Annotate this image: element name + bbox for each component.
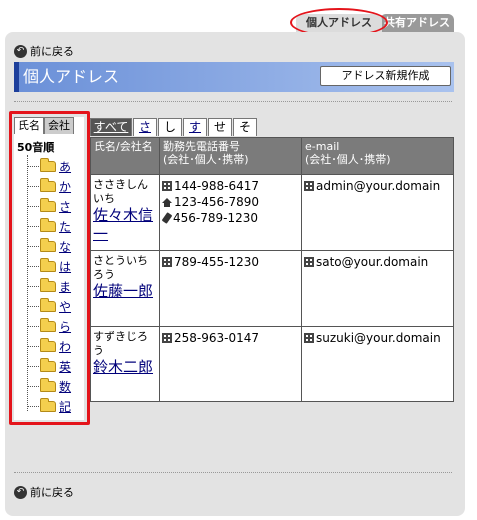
email-address: suzuki@your.domain	[316, 331, 441, 345]
tel-office: 144-988-6417	[174, 179, 260, 193]
table-row: さとういちろう 佐藤一郎 789-455-1230 sato@your.doma…	[90, 250, 454, 327]
name-cell: さとういちろう 佐藤一郎	[90, 250, 160, 327]
office-building-icon	[162, 257, 172, 267]
name-kana: すずきじろう	[93, 330, 148, 357]
tel-cell: 789-455-1230	[159, 250, 302, 327]
kana-tab-all[interactable]: すべて	[90, 118, 132, 136]
divider	[14, 472, 452, 473]
email-address: sato@your.domain	[316, 255, 429, 269]
header-tel-label: 勤務先電話番号 (会社･個人･携帯)	[163, 140, 249, 166]
contact-name-link[interactable]: 佐藤一郎	[93, 282, 153, 300]
back-arrow-icon: ↶	[14, 44, 27, 58]
table-row: ささきしんいち 佐々木信一 144-988-6417 123-456-7890 …	[90, 174, 454, 251]
email-address: admin@your.domain	[316, 179, 441, 193]
name-kana: さとういちろう	[93, 254, 148, 281]
divider	[14, 101, 452, 102]
kana-label: そ	[238, 120, 251, 134]
new-address-button[interactable]: アドレス新規作成	[320, 66, 451, 86]
header-name-label: 氏名/会社名	[94, 140, 153, 153]
header-name: 氏名/会社名	[90, 137, 160, 175]
kana-tab[interactable]: そ	[233, 118, 257, 136]
tab-shared-address[interactable]: 共有アドレス	[380, 14, 454, 32]
tel-office: 789-455-1230	[174, 255, 260, 269]
table-row: すずきじろう 鈴木二郎 258-963-0147 suzuki@your.dom…	[90, 326, 454, 402]
office-building-icon	[162, 333, 172, 343]
name-cell: ささきしんいち 佐々木信一	[90, 174, 160, 251]
header-email: e-mail (会社･個人･携帯)	[301, 137, 454, 175]
back-arrow-icon: ↶	[14, 485, 27, 499]
tel-office: 258-963-0147	[174, 331, 260, 345]
kana-link[interactable]: さ	[139, 120, 151, 134]
back-link-bottom[interactable]: ↶ 前に戻る	[14, 484, 74, 500]
tel-mobile: 456-789-1230	[173, 211, 259, 225]
header-email-label: e-mail (会社･個人･携帯)	[305, 140, 391, 166]
kana-filter: すべて さ し す せ そ	[90, 118, 258, 136]
office-building-icon	[304, 257, 314, 267]
office-building-icon	[304, 181, 314, 191]
office-building-icon	[304, 333, 314, 343]
contact-name-link[interactable]: 鈴木二郎	[93, 358, 153, 376]
name-kana: ささきしんいち	[93, 178, 148, 205]
kana-tab[interactable]: せ	[208, 118, 232, 136]
kana-link[interactable]: すべて	[94, 120, 129, 134]
tel-home: 123-456-7890	[174, 195, 260, 209]
kana-label: せ	[213, 120, 226, 134]
name-cell: すずきじろう 鈴木二郎	[90, 326, 160, 402]
home-icon	[162, 198, 172, 207]
kana-tab[interactable]: す	[183, 118, 207, 136]
email-cell: suzuki@your.domain	[301, 326, 454, 402]
office-building-icon	[162, 181, 172, 191]
contact-name-link[interactable]: 佐々木信一	[93, 206, 153, 243]
back-label: 前に戻る	[30, 486, 74, 499]
tel-cell: 144-988-6417 123-456-7890 456-789-1230	[159, 174, 302, 251]
header-tel: 勤務先電話番号 (会社･個人･携帯)	[159, 137, 302, 175]
kana-link[interactable]: す	[189, 120, 201, 134]
tree-highlight-box	[9, 111, 90, 425]
email-cell: admin@your.domain	[301, 174, 454, 251]
email-cell: sato@your.domain	[301, 250, 454, 327]
back-label: 前に戻る	[30, 45, 74, 58]
kana-tab[interactable]: さ	[133, 118, 157, 136]
address-table: 氏名/会社名 勤務先電話番号 (会社･個人･携帯) e-mail (会社･個人･…	[90, 137, 454, 402]
mobile-phone-icon	[161, 212, 173, 224]
back-link-top[interactable]: ↶ 前に戻る	[14, 43, 74, 59]
tel-cell: 258-963-0147	[159, 326, 302, 402]
kana-tab[interactable]: し	[158, 118, 182, 136]
kana-label: し	[163, 120, 176, 134]
